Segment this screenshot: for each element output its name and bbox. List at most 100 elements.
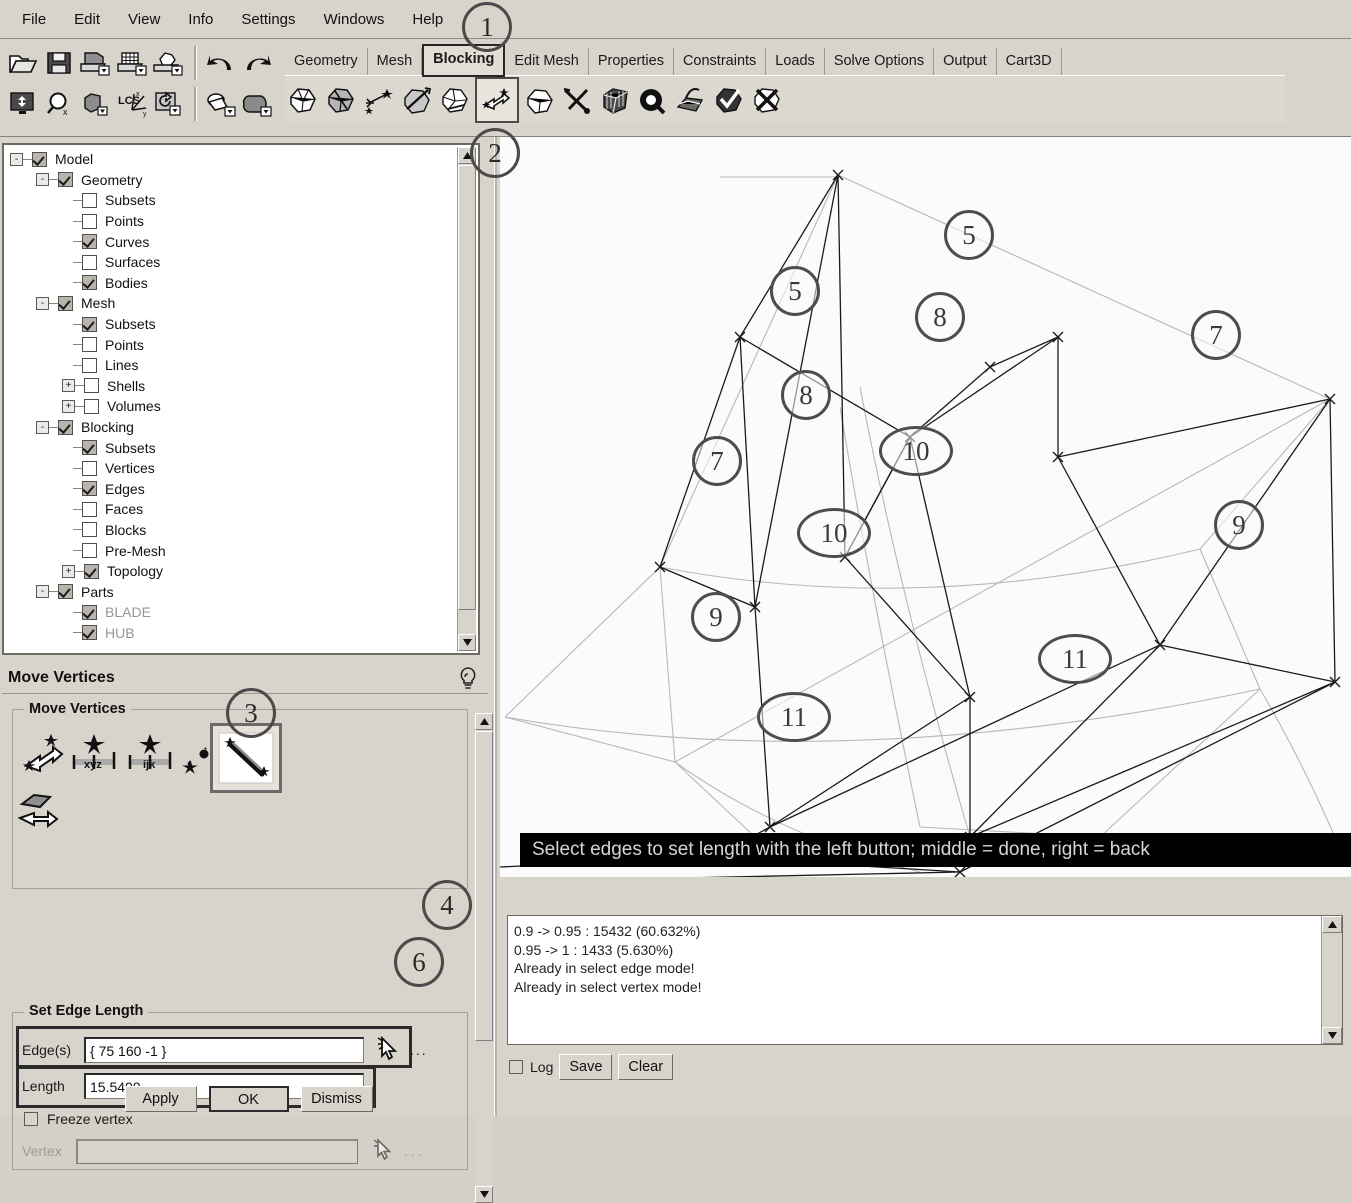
scan-planes-icon[interactable] <box>673 80 709 120</box>
clear-log-button[interactable]: Clear <box>618 1054 674 1080</box>
set-edge-length-icon[interactable] <box>210 723 282 793</box>
tree-node-points[interactable]: Points <box>4 334 460 355</box>
menu-item-settings[interactable]: Settings <box>227 9 309 30</box>
tree-collapse-icon[interactable]: - <box>36 173 49 187</box>
tree-scroll-thumb[interactable] <box>458 165 476 610</box>
delete-block-icon[interactable] <box>749 80 785 120</box>
panel-scroll-down-button[interactable] <box>475 1186 493 1203</box>
tree-node-checkbox[interactable] <box>82 625 97 641</box>
tree-node-checkbox[interactable] <box>82 254 97 270</box>
tab-properties[interactable]: Properties <box>588 48 674 75</box>
tree-node-checkbox[interactable] <box>82 213 97 229</box>
model-tree-panel[interactable]: - Model - Geometry Subsets Points Curves Surfac… <box>2 143 480 655</box>
save-log-button[interactable]: Save <box>559 1054 613 1080</box>
tree-node-points[interactable]: Points <box>4 211 460 232</box>
edges-input[interactable]: { 75 160 -1 } <box>84 1037 364 1063</box>
graphics-viewport[interactable]: Select edges to set length with the left… <box>500 137 1351 877</box>
create-block-icon[interactable] <box>285 80 321 120</box>
tree-node-blocks[interactable]: Blocks <box>4 520 460 541</box>
save-blocking-icon[interactable] <box>151 46 185 80</box>
message-scroll-up-button[interactable] <box>1322 916 1342 933</box>
tab-cart3d[interactable]: Cart3D <box>996 48 1062 75</box>
help-bulb-icon[interactable] <box>456 666 480 695</box>
tree-node-checkbox[interactable] <box>82 522 97 538</box>
edit-tools-icon[interactable] <box>559 80 595 120</box>
vertex-dots[interactable]: ... <box>404 1143 425 1159</box>
undo-icon[interactable] <box>204 46 238 80</box>
display-solid-icon[interactable] <box>240 87 274 121</box>
tree-node-checkbox[interactable] <box>82 460 97 476</box>
edges-dots[interactable]: ... <box>410 1042 428 1058</box>
tree-node-volumes[interactable]: + Volumes <box>4 396 460 417</box>
tree-node-shells[interactable]: + Shells <box>4 376 460 397</box>
tree-node-geometry[interactable]: - Geometry <box>4 170 460 191</box>
message-panel[interactable]: 0.9 -> 0.95 : 15432 (60.632%) 0.95 -> 1 :… <box>507 915 1343 1045</box>
tree-node-checkbox[interactable] <box>58 295 73 311</box>
tree-node-surfaces[interactable]: Surfaces <box>4 252 460 273</box>
tab-loads[interactable]: Loads <box>766 48 825 75</box>
tree-node-checkbox[interactable] <box>82 481 97 497</box>
tab-solve-options[interactable]: Solve Options <box>824 48 935 75</box>
measure-icon[interactable] <box>78 87 112 121</box>
tree-node-checkbox[interactable] <box>82 357 97 373</box>
panel-scroll-up-button[interactable] <box>475 713 493 730</box>
menu-item-view[interactable]: View <box>114 9 174 30</box>
tree-node-checkbox[interactable] <box>82 501 97 517</box>
tree-node-mesh[interactable]: - Mesh <box>4 293 460 314</box>
dismiss-button[interactable]: Dismiss <box>300 1086 373 1112</box>
tab-constraints[interactable]: Constraints <box>673 48 767 75</box>
save-geometry-icon[interactable] <box>78 46 112 80</box>
tree-node-checkbox[interactable] <box>82 192 97 208</box>
tree-node-checkbox[interactable] <box>58 584 73 600</box>
tree-node-checkbox[interactable] <box>82 337 97 353</box>
zoom-icon[interactable]: x <box>42 87 76 121</box>
panel-scrollbar[interactable] <box>475 713 493 1203</box>
vertex-input[interactable] <box>76 1138 358 1164</box>
lcs-icon[interactable]: LCS x y <box>114 87 148 121</box>
tab-geometry[interactable]: Geometry <box>285 48 368 75</box>
panel-scroll-thumb[interactable] <box>475 731 493 1041</box>
vertex-select-cursor-icon[interactable] <box>372 1137 398 1165</box>
display-part-icon[interactable] <box>204 87 238 121</box>
move-along-ijk-icon[interactable]: ijk <box>126 729 180 781</box>
tree-node-subsets[interactable]: Subsets <box>4 314 460 335</box>
save-mesh-icon[interactable] <box>114 46 148 80</box>
check-blocks-icon[interactable] <box>711 80 747 120</box>
ok-button[interactable]: OK <box>208 1086 289 1112</box>
tree-node-checkbox[interactable] <box>84 398 99 414</box>
tree-node-subsets[interactable]: Subsets <box>4 190 460 211</box>
menu-item-info[interactable]: Info <box>174 9 227 30</box>
tree-node-subsets[interactable]: Subsets <box>4 437 460 458</box>
tree-node-pre-mesh[interactable]: Pre-Mesh <box>4 540 460 561</box>
tree-node-lines[interactable]: Lines <box>4 355 460 376</box>
tree-node-blade[interactable]: BLADE <box>4 602 460 623</box>
premesh-quality-icon[interactable] <box>635 80 671 120</box>
message-scrollbar[interactable] <box>1321 916 1342 1044</box>
tree-scroll-down-button[interactable] <box>458 634 476 651</box>
transform-block-icon[interactable] <box>521 80 557 120</box>
associate-icon[interactable] <box>437 80 473 120</box>
tree-node-checkbox[interactable] <box>82 234 97 250</box>
tab-output[interactable]: Output <box>934 48 997 75</box>
fit-view-icon[interactable] <box>6 87 40 121</box>
tab-edit-mesh[interactable]: Edit Mesh <box>505 48 589 75</box>
tree-node-checkbox[interactable] <box>82 604 97 620</box>
menu-item-help[interactable]: Help <box>398 9 457 30</box>
tree-node-faces[interactable]: Faces <box>4 499 460 520</box>
move-face-icon[interactable] <box>16 789 66 837</box>
tree-node-hub[interactable]: HUB <box>4 623 460 644</box>
tree-node-checkbox[interactable] <box>82 275 97 291</box>
move-vertex-icon[interactable] <box>20 729 68 781</box>
save-disk-icon[interactable] <box>42 46 76 80</box>
edit-block-icon[interactable] <box>399 80 435 120</box>
merge-vertices-icon[interactable] <box>361 80 397 120</box>
menu-item-edit[interactable]: Edit <box>60 9 114 30</box>
tree-expand-icon[interactable]: + <box>62 564 75 578</box>
message-scroll-down-button[interactable] <box>1322 1027 1342 1044</box>
edges-select-cursor-icon[interactable] <box>376 1035 404 1065</box>
tree-collapse-icon[interactable]: - <box>36 296 49 310</box>
open-folder-icon[interactable] <box>6 46 40 80</box>
refresh-view-icon[interactable] <box>151 87 185 121</box>
tree-node-model[interactable]: - Model <box>4 149 460 170</box>
tree-node-checkbox[interactable] <box>82 543 97 559</box>
